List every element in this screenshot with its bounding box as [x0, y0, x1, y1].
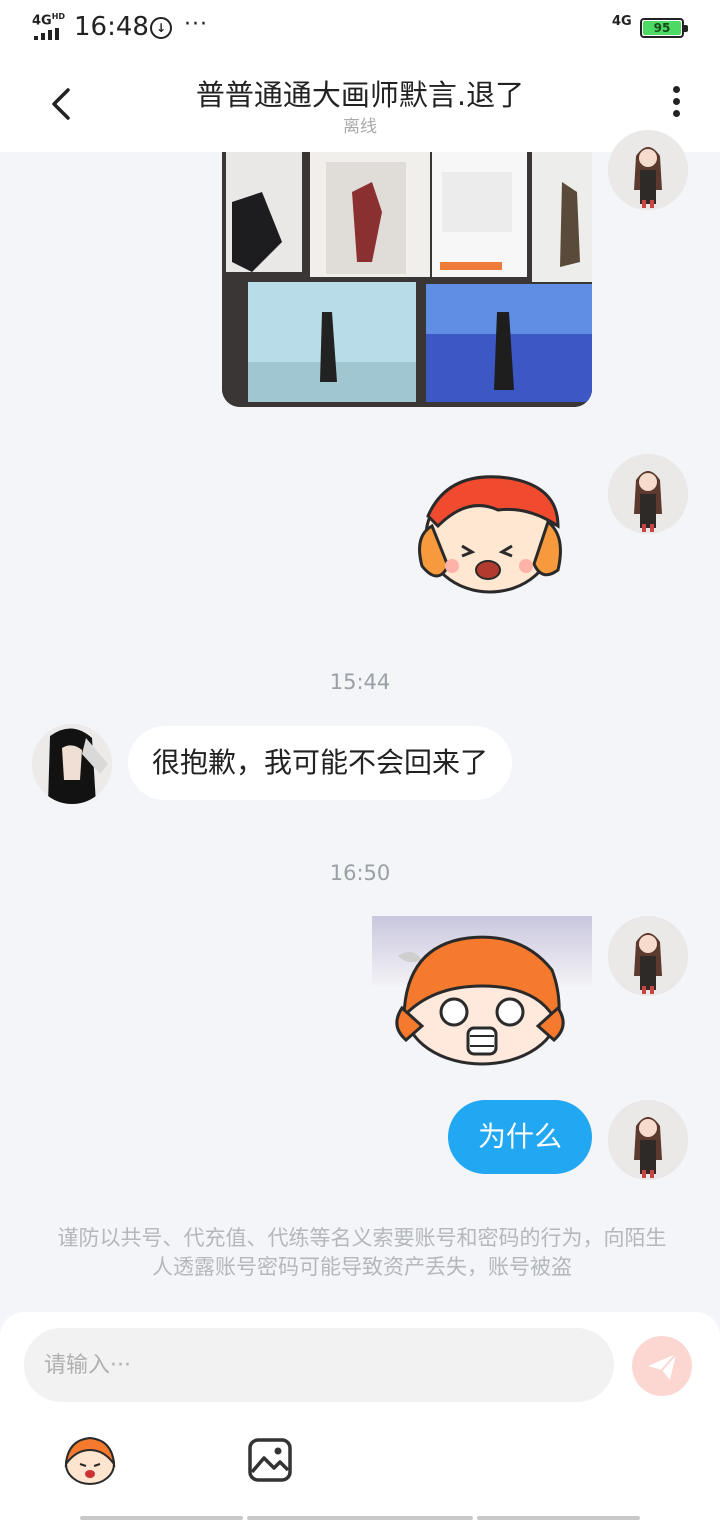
my-avatar[interactable]	[608, 454, 688, 534]
network-indicator: 4GHD	[32, 12, 66, 29]
contact-avatar[interactable]	[32, 724, 112, 804]
battery-level: 95	[643, 21, 681, 35]
photo-image	[222, 152, 592, 407]
incoming-message-bubble[interactable]: 很抱歉，我可能不会回来了	[128, 726, 513, 800]
sticker-image	[418, 475, 562, 594]
more-options-icon[interactable]	[664, 86, 688, 126]
sticker-message[interactable]	[408, 466, 568, 596]
back-icon[interactable]	[44, 84, 84, 124]
emoji-icon	[64, 1436, 116, 1485]
input-area	[0, 1312, 720, 1520]
my-avatar[interactable]	[608, 1100, 688, 1180]
status-more-icon: ···	[184, 12, 208, 37]
message-timestamp: 15:44	[329, 670, 391, 694]
send-icon	[648, 1353, 677, 1380]
notification-icon: ↓	[150, 17, 172, 39]
signal-icon	[34, 28, 59, 40]
bottom-indicator	[80, 1516, 243, 1520]
bottom-indicator	[247, 1516, 473, 1520]
sticker-image	[372, 916, 592, 1066]
send-button[interactable]	[632, 1336, 692, 1396]
right-network-indicator: 4G	[612, 14, 632, 29]
security-notice: 谨防以共号、代充值、代练等名义索要账号和密码的行为，向陌生人透露账号密码可能导致…	[57, 1226, 667, 1279]
message-input[interactable]	[24, 1328, 614, 1402]
outgoing-message-bubble[interactable]: 为什么	[448, 1100, 592, 1174]
my-avatar[interactable]	[608, 916, 688, 996]
status-bar: 4GHD 16:48 ↓ ··· 4G 95	[0, 0, 720, 56]
image-icon	[248, 1438, 292, 1482]
sticker-message[interactable]	[372, 916, 592, 1066]
image-button[interactable]	[246, 1436, 294, 1484]
chat-title: 普普通通大画师默言.退了	[195, 78, 525, 112]
bottom-indicator	[477, 1516, 640, 1520]
photo-message[interactable]	[222, 152, 592, 407]
chat-header: 普普通通大画师默言.退了 离线	[0, 56, 720, 152]
battery-icon: 95	[640, 18, 688, 38]
emoji-button[interactable]	[60, 1432, 120, 1488]
my-avatar[interactable]	[608, 130, 688, 210]
message-timestamp: 16:50	[329, 861, 391, 885]
status-time: 16:48	[74, 12, 149, 42]
chat-status: 离线	[343, 117, 377, 137]
